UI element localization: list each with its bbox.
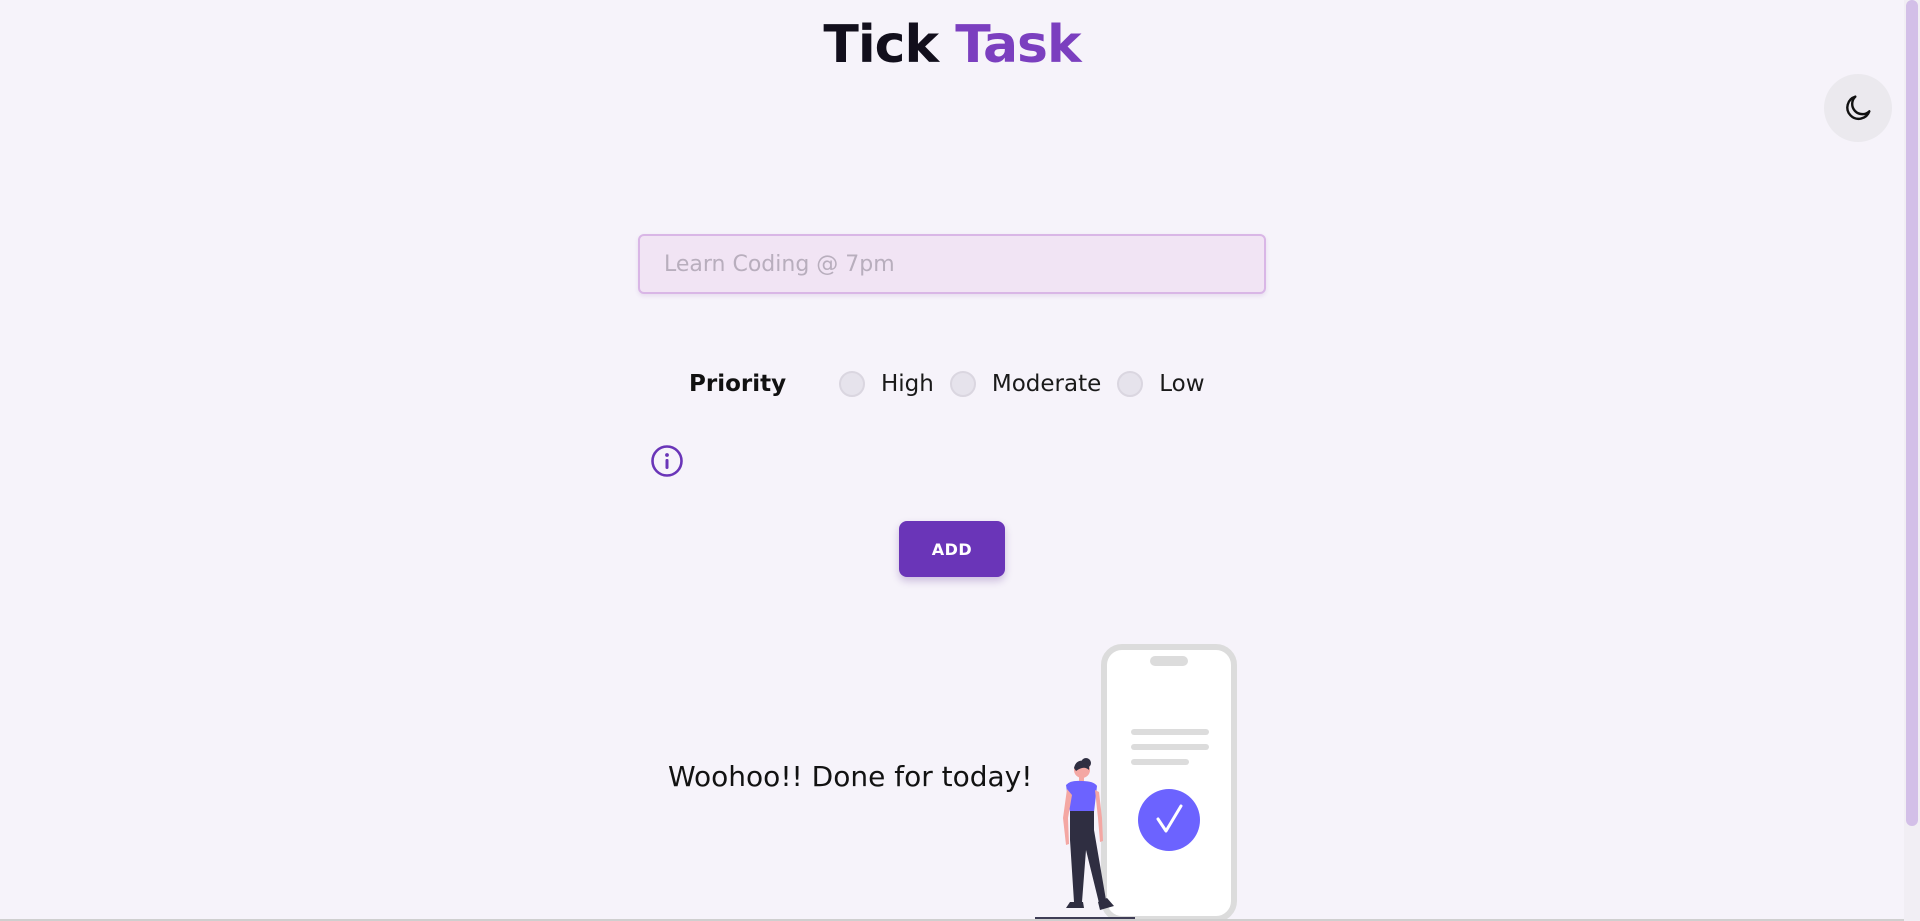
priority-option-label: High — [881, 371, 934, 397]
priority-radio-low[interactable] — [1117, 371, 1144, 397]
app-title-part2: Task — [955, 15, 1081, 75]
empty-state-message: Woohoo!! Done for today! — [668, 760, 1033, 793]
priority-option-low[interactable]: Low — [1117, 371, 1205, 397]
add-task-button[interactable]: ADD — [899, 521, 1005, 577]
priority-radio-high[interactable] — [839, 371, 865, 397]
info-icon[interactable] — [650, 444, 684, 478]
phone-line — [1131, 759, 1189, 765]
person-shoe-left — [1066, 902, 1084, 908]
priority-option-moderate[interactable]: Moderate — [949, 371, 1102, 397]
moon-icon — [1846, 95, 1871, 121]
priority-option-label: Low — [1159, 371, 1205, 397]
phone-line — [1131, 744, 1209, 750]
priority-option-high[interactable]: High — [839, 371, 934, 397]
theme-toggle-button[interactable] — [1824, 74, 1892, 142]
phone-frame — [1101, 644, 1237, 921]
app-title: Tick Task — [0, 10, 1904, 80]
scrollbar-thumb[interactable] — [1906, 0, 1918, 826]
priority-radio-moderate[interactable] — [949, 371, 976, 397]
phone-line — [1131, 729, 1209, 735]
app-title-part1: Tick — [823, 15, 939, 75]
priority-selector: Priority High Moderate Low — [689, 362, 1249, 406]
priority-label: Priority — [689, 371, 787, 397]
app-page: Tick Task Priority High Moderate Low ADD… — [0, 0, 1920, 921]
task-input[interactable] — [638, 234, 1266, 294]
check-circle — [1138, 789, 1200, 851]
priority-option-label: Moderate — [991, 371, 1102, 397]
phone-notch — [1150, 656, 1188, 666]
person-with-phone-illustration — [1035, 644, 1237, 921]
